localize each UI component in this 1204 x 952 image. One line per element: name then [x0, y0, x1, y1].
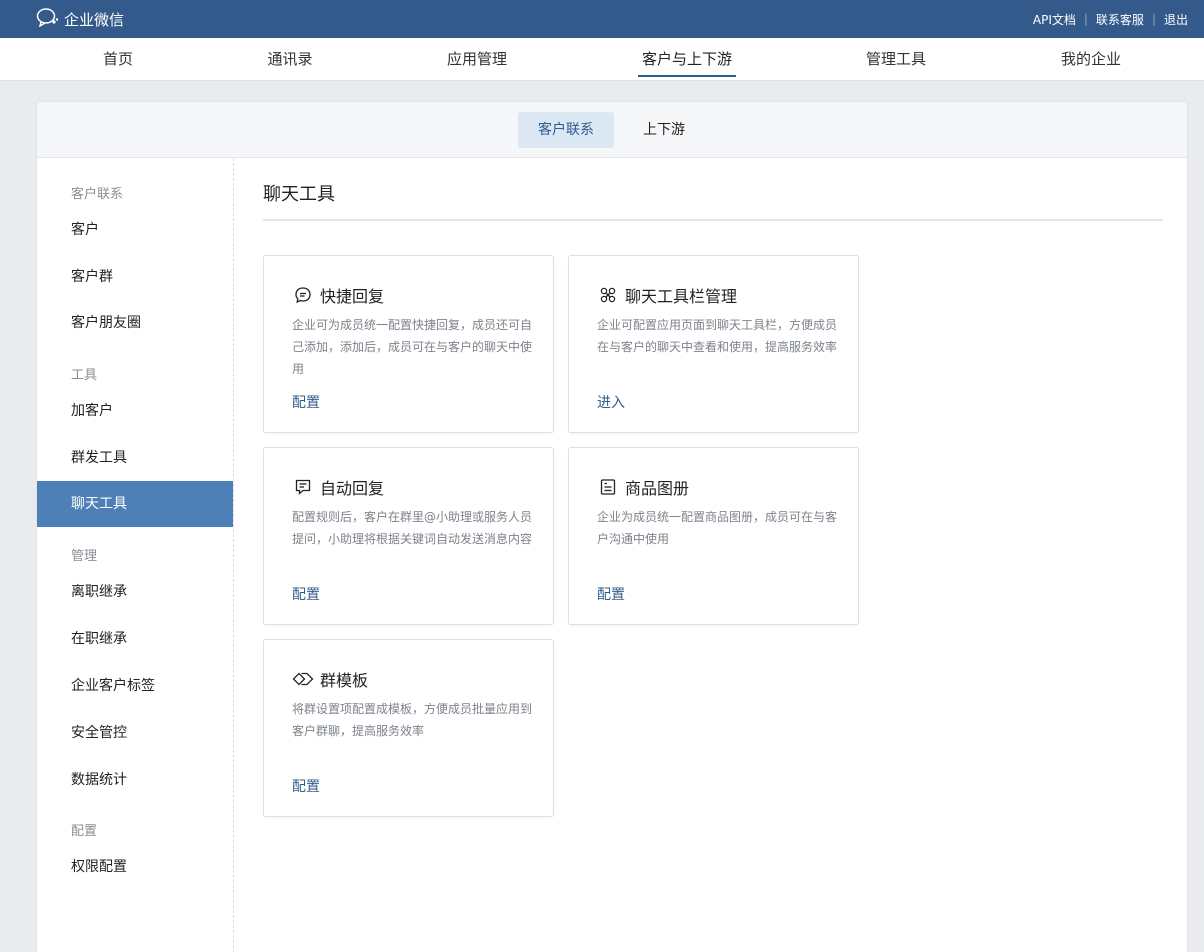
card-title-wrap: 聊天工具栏管理: [597, 283, 737, 307]
tab-upstream-downstream[interactable]: 上下游: [623, 112, 705, 148]
sidebar-item-chat-tools[interactable]: 聊天工具: [37, 481, 233, 527]
sidebar-item-add-customer[interactable]: 加客户: [37, 388, 233, 434]
auto-reply-icon: [292, 476, 314, 498]
nav-contacts[interactable]: 通讯录: [267, 38, 312, 81]
enter-link[interactable]: 进入: [597, 392, 625, 412]
api-docs-link[interactable]: API文档: [1033, 11, 1076, 28]
nav-my-enterprise[interactable]: 我的企业: [1061, 38, 1121, 81]
contact-support-link[interactable]: 联系客服: [1096, 11, 1144, 28]
app-logo[interactable]: 企业微信: [36, 0, 124, 38]
card-title-wrap: 自动回复: [292, 475, 384, 499]
content-panel: 客户联系 上下游 客户联系 客户 客户群 客户朋友圈 工具 加客户 群发工具 聊…: [36, 101, 1188, 952]
title-divider: [263, 219, 1163, 221]
catalog-icon: [597, 476, 619, 498]
sidebar: 客户联系 客户 客户群 客户朋友圈 工具 加客户 群发工具 聊天工具 管理 离职…: [37, 158, 234, 952]
nav-admin-tools[interactable]: 管理工具: [866, 38, 926, 81]
divider: |: [1083, 12, 1088, 26]
sidebar-group-config: 配置: [71, 824, 98, 839]
sidebar-item-resigned-transfer[interactable]: 离职继承: [37, 569, 233, 615]
sidebar-item-onjob-transfer[interactable]: 在职继承: [37, 616, 233, 662]
divider: |: [1151, 12, 1156, 26]
card-group-template: 群模板 将群设置项配置成模板，方便成员批量应用到客户群聊，提高服务效率 配置: [263, 639, 554, 817]
card-title-wrap: 快捷回复: [292, 283, 384, 307]
sidebar-item-security-control[interactable]: 安全管控: [37, 710, 233, 756]
card-chat-toolbar: 聊天工具栏管理 企业可配置应用页面到聊天工具栏，方便成员在与客户的聊天中查看和使…: [568, 255, 859, 433]
configure-link[interactable]: 配置: [292, 392, 320, 412]
configure-link[interactable]: 配置: [292, 776, 320, 796]
card-title-wrap: 群模板: [292, 667, 368, 691]
card-description: 企业可配置应用页面到聊天工具栏，方便成员在与客户的聊天中查看和使用，提高服务效率: [597, 318, 838, 354]
sub-tabs: 客户联系 上下游: [37, 102, 1187, 158]
top-bar: 企业微信 API文档 | 联系客服 | 退出: [0, 0, 1204, 38]
nav-customers-partners[interactable]: 客户与上下游: [637, 38, 737, 81]
card-title: 快捷回复: [320, 287, 385, 306]
sidebar-group-management: 管理: [71, 549, 98, 564]
card-auto-reply: 自动回复 配置规则后，客户在群里@小助理或服务人员提问，小助理将根据关键词自动发…: [263, 447, 554, 625]
app-title: 企业微信: [64, 10, 125, 29]
card-description: 配置规则后，客户在群里@小助理或服务人员提问，小助理将根据关键词自动发送消息内容: [292, 510, 533, 546]
configure-link[interactable]: 配置: [597, 584, 625, 604]
logout-link[interactable]: 退出: [1164, 11, 1188, 28]
nav-app-management[interactable]: 应用管理: [447, 38, 507, 81]
toolbar-icon: [597, 284, 619, 306]
top-links: API文档 | 联系客服 | 退出: [1033, 0, 1188, 38]
sidebar-item-broadcast[interactable]: 群发工具: [37, 435, 233, 481]
chat-bubble-icon: [292, 284, 314, 306]
card-title: 聊天工具栏管理: [625, 287, 738, 306]
wecom-logo-icon: [36, 7, 64, 31]
sidebar-item-statistics[interactable]: 数据统计: [37, 757, 233, 803]
tab-customer-contact[interactable]: 客户联系: [518, 112, 614, 148]
sidebar-group-tools: 工具: [71, 368, 98, 383]
card-title: 自动回复: [320, 479, 385, 498]
sidebar-item-customer-tags[interactable]: 企业客户标签: [37, 663, 233, 709]
card-description: 企业可为成员统一配置快捷回复，成员还可自己添加，添加后，成员可在与客户的聊天中使…: [292, 318, 533, 376]
group-template-icon: [292, 668, 314, 690]
sidebar-item-customers[interactable]: 客户: [37, 207, 233, 253]
nav-home[interactable]: 首页: [103, 38, 133, 81]
page-title: 聊天工具: [263, 184, 335, 205]
sidebar-item-permissions[interactable]: 权限配置: [37, 844, 233, 890]
card-title: 群模板: [320, 671, 369, 690]
card-product-catalog: 商品图册 企业为成员统一配置商品图册，成员可在与客户沟通中使用 配置: [568, 447, 859, 625]
card-title-wrap: 商品图册: [597, 475, 689, 499]
configure-link[interactable]: 配置: [292, 584, 320, 604]
card-title: 商品图册: [625, 479, 690, 498]
card-quick-reply: 快捷回复 企业可为成员统一配置快捷回复，成员还可自己添加，添加后，成员可在与客户…: [263, 255, 554, 433]
card-description: 将群设置项配置成模板，方便成员批量应用到客户群聊，提高服务效率: [292, 702, 533, 738]
card-description: 企业为成员统一配置商品图册，成员可在与客户沟通中使用: [597, 510, 838, 546]
sidebar-item-customer-groups[interactable]: 客户群: [37, 254, 233, 300]
sidebar-group-customer-contact: 客户联系: [71, 187, 124, 202]
main-nav: 首页 通讯录 应用管理 客户与上下游 管理工具 我的企业: [0, 38, 1204, 81]
sidebar-item-moments[interactable]: 客户朋友圈: [37, 300, 233, 346]
